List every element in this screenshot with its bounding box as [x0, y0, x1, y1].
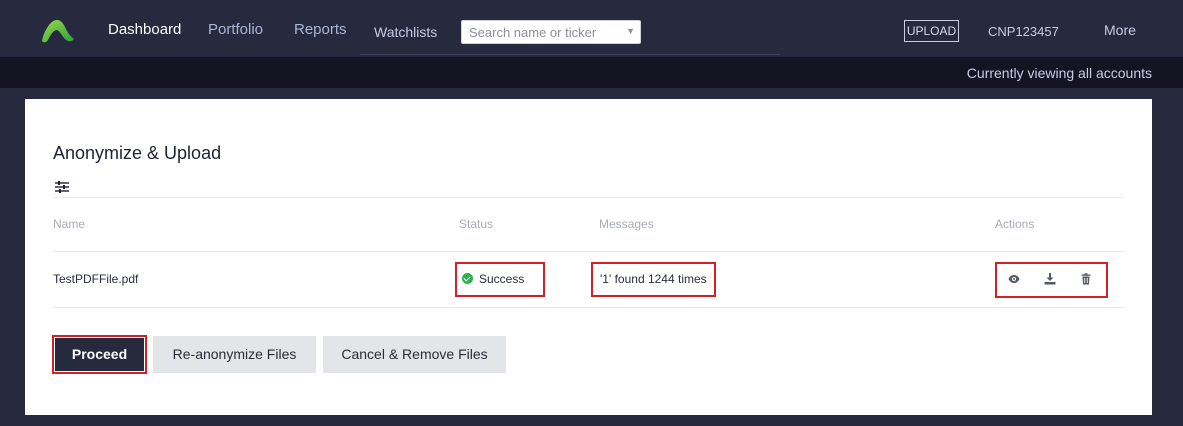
logo-icon[interactable]: [40, 17, 76, 43]
divider: [53, 307, 1124, 308]
account-id[interactable]: CNP123457: [988, 24, 1059, 39]
trash-icon[interactable]: [1080, 273, 1092, 285]
nav-underline: [360, 54, 780, 55]
proceed-button[interactable]: Proceed: [55, 338, 144, 371]
reanonymize-button[interactable]: Re-anonymize Files: [153, 336, 316, 373]
divider: [53, 197, 1124, 198]
page-title: Anonymize & Upload: [53, 143, 222, 163]
account-bar: Currently viewing all accounts: [0, 57, 1183, 88]
download-icon[interactable]: [1044, 273, 1056, 285]
sliders-icon[interactable]: [55, 181, 69, 193]
col-header-name: Name: [53, 217, 86, 231]
chevron-down-icon[interactable]: ▼: [626, 26, 635, 36]
more-menu[interactable]: More: [1104, 22, 1136, 38]
cancel-remove-button[interactable]: Cancel & Remove Files: [323, 336, 506, 373]
file-name: TestPDFFile.pdf: [53, 272, 139, 286]
nav-portfolio[interactable]: Portfolio: [208, 21, 263, 38]
upload-button[interactable]: UPLOAD: [904, 20, 959, 42]
status-text: Success: [479, 272, 525, 286]
nav-dashboard[interactable]: Dashboard: [108, 21, 181, 38]
nav-watchlists[interactable]: Watchlists: [374, 24, 437, 40]
search-box[interactable]: ▼: [461, 20, 641, 44]
viewing-accounts-text: Currently viewing all accounts: [966, 65, 1152, 81]
message-text: '1' found 1244 times: [600, 272, 707, 286]
check-circle-icon: [462, 273, 473, 284]
status-badge: Success: [462, 272, 524, 286]
top-navbar: Dashboard Portfolio Reports Watchlists ▼…: [0, 0, 1183, 57]
eye-icon[interactable]: [1008, 273, 1020, 285]
divider: [53, 251, 1124, 252]
col-header-actions: Actions: [995, 217, 1035, 231]
upload-panel: Anonymize & Upload Name Status Messages …: [25, 99, 1152, 415]
col-header-status: Status: [459, 217, 494, 231]
col-header-messages: Messages: [599, 217, 654, 231]
nav-reports[interactable]: Reports: [294, 21, 347, 38]
search-input[interactable]: [462, 21, 622, 43]
